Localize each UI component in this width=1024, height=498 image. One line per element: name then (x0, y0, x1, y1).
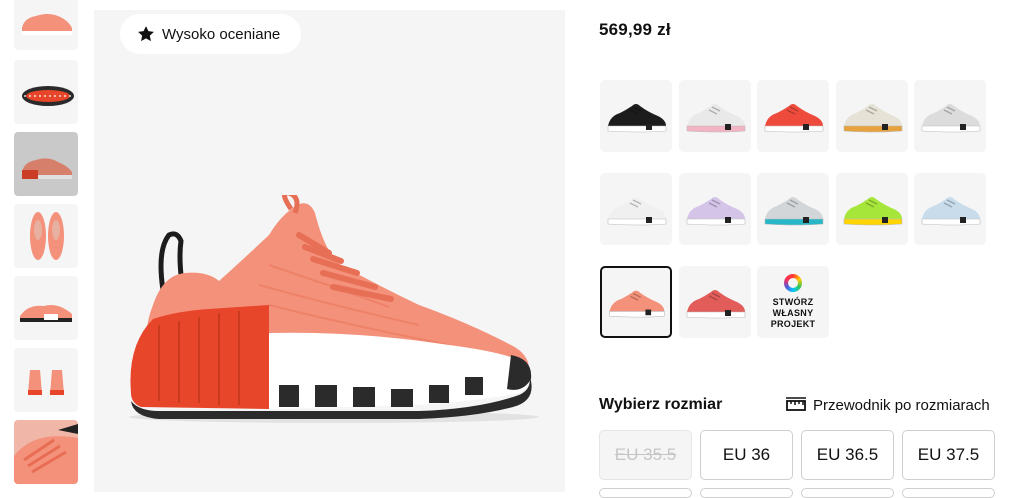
badge-label: Wysoko oceniane (162, 25, 281, 43)
thumbnail-2[interactable] (14, 60, 78, 124)
thumbnail-6[interactable] (14, 348, 78, 412)
color-variant-red-pattern[interactable] (679, 266, 751, 338)
size-guide-link[interactable]: Przewodnik po rozmiarach (785, 396, 990, 414)
shoe-variant-image (764, 104, 824, 133)
shoe-variant-image (921, 104, 981, 133)
shoe-variant-image (843, 104, 903, 133)
size-option-row2-4[interactable] (902, 488, 995, 498)
main-product-image[interactable]: Wysoko oceniane (94, 10, 565, 492)
thumbnail-1[interactable] (14, 0, 78, 50)
color-variant-lilac[interactable] (679, 173, 751, 245)
thumbnail-4[interactable] (14, 204, 78, 268)
ruler-icon (786, 397, 806, 411)
shoe-image (129, 195, 539, 423)
shoe-variant-image (607, 104, 667, 133)
size-option-eu-35-5[interactable]: EU 35.5 (599, 430, 692, 480)
shoe-variant-image (764, 197, 824, 226)
size-section-title: Wybierz rozmiar (599, 396, 723, 413)
color-variant-cream[interactable] (836, 80, 908, 152)
highly-rated-badge: Wysoko oceniane (120, 14, 302, 54)
size-option-eu-36[interactable]: EU 36 (700, 430, 793, 480)
product-price: 569,99 zł (599, 20, 671, 39)
shoe-variant-image (686, 104, 746, 133)
color-variant-light-grey[interactable] (914, 80, 986, 152)
shoe-variant-image (843, 197, 903, 226)
color-variant-white[interactable] (600, 173, 672, 245)
color-variant-light-blue[interactable] (914, 173, 986, 245)
color-variant-volt[interactable] (836, 173, 908, 245)
star-icon (138, 26, 154, 42)
color-variant-black[interactable] (600, 80, 672, 152)
shoe-variant-image (686, 290, 746, 319)
size-option-row2-3[interactable] (801, 488, 894, 498)
color-variant-white-pink[interactable] (679, 80, 751, 152)
size-guide-label: Przewodnik po rozmiarach (813, 396, 990, 414)
shoe-variant-image (921, 197, 981, 226)
size-option-row2-2[interactable] (700, 488, 793, 498)
shoe-variant-image (609, 290, 665, 318)
size-option-eu-36-5[interactable]: EU 36.5 (801, 430, 894, 480)
thumbnail-3[interactable] (14, 132, 78, 196)
size-option-row2-1[interactable] (599, 488, 692, 498)
color-variant-red[interactable] (757, 80, 829, 152)
color-variant-coral-selected[interactable] (600, 266, 672, 338)
shoe-variant-image (607, 197, 667, 226)
thumbnail-5[interactable] (14, 276, 78, 340)
custom-design-label: STWÓRZ WŁASNY PROJEKT (770, 297, 816, 329)
thumbnail-7[interactable] (14, 420, 78, 484)
shoe-variant-image (686, 197, 746, 226)
color-wheel-icon (784, 274, 802, 292)
custom-design-tile[interactable]: STWÓRZ WŁASNY PROJEKT (757, 266, 829, 338)
size-option-eu-37-5[interactable]: EU 37.5 (902, 430, 995, 480)
color-variant-grey-teal[interactable] (757, 173, 829, 245)
